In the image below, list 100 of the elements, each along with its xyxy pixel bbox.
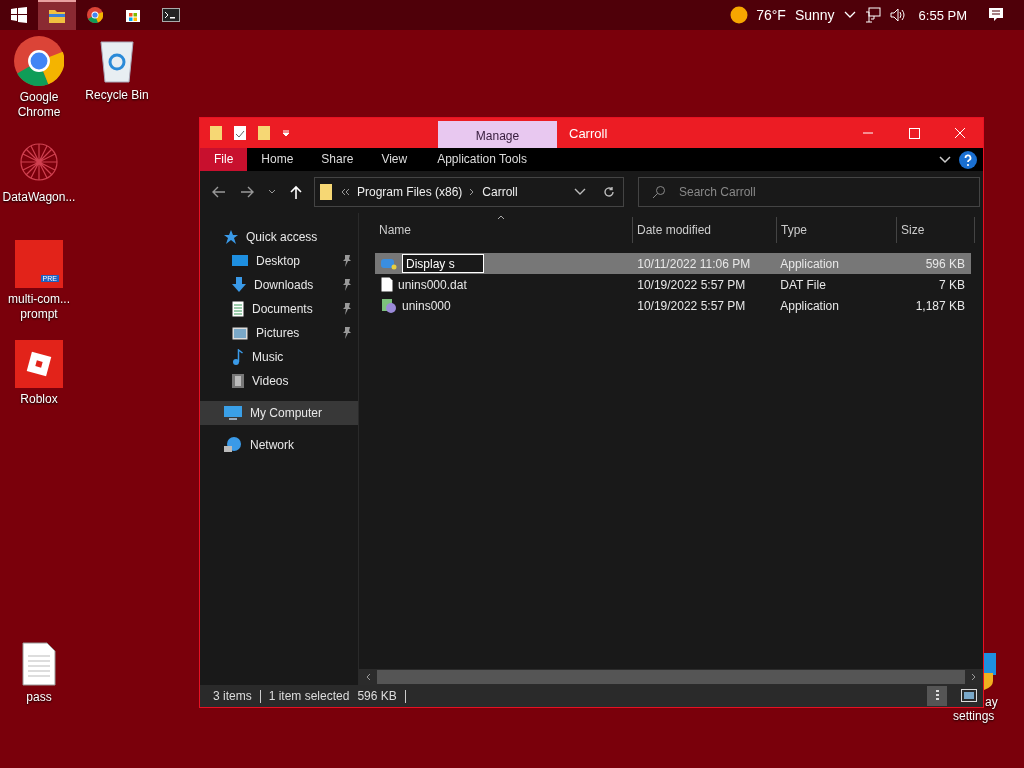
size-cell-text: 7 KB (938, 277, 966, 292)
display-icon[interactable] (984, 653, 996, 691)
selection-text: 1 item selected (268, 689, 350, 703)
breadcrumb-separator-icon[interactable] (469, 188, 476, 196)
roblox-icon[interactable] (15, 340, 63, 388)
terminal-icon[interactable] (162, 8, 180, 22)
explorer-taskbar-button[interactable] (38, 0, 76, 30)
scrollbar-thumb[interactable] (377, 670, 965, 684)
size-cell-text: 1,187 KB (914, 298, 966, 313)
film-icon (232, 374, 244, 388)
ribbon-tab[interactable]: View (367, 148, 422, 171)
nav-item[interactable]: Quick access (200, 225, 358, 249)
back-icon[interactable] (212, 186, 226, 198)
scroll-right-icon[interactable] (971, 673, 977, 681)
type-cell-text: Application (779, 298, 840, 313)
customize-dropdown-icon[interactable] (281, 128, 291, 138)
column-header[interactable]: Name (375, 217, 633, 243)
desktop-icon-label[interactable]: settings (953, 709, 995, 723)
desktop-icon-label[interactable]: multi-com... prompt (1, 292, 77, 322)
document-icon (232, 301, 244, 317)
file-row[interactable]: Display s 10/11/2022 11:06 PM Application 596 KB (375, 253, 971, 274)
desktop-icon-label[interactable]: Google Chrome (1, 90, 77, 120)
forward-icon[interactable] (240, 186, 254, 198)
network-globe-icon (224, 437, 242, 453)
type-cell-text: Application (779, 256, 840, 271)
breadcrumb-item[interactable]: Carroll (482, 185, 518, 199)
type-cell-text: DAT File (779, 277, 827, 292)
nav-item[interactable]: Desktop (200, 249, 358, 273)
column-header[interactable]: Date modified (633, 217, 777, 243)
folder-icon[interactable] (48, 8, 66, 24)
address-dropdown-icon[interactable] (574, 188, 586, 196)
desktop-icon-label[interactable]: ay (985, 695, 998, 709)
search-icon (652, 185, 666, 199)
chevron-icon[interactable] (843, 11, 856, 19)
computer-icon (224, 405, 242, 421)
weather-text: Sunny (794, 7, 835, 23)
overflow-chevron-icon[interactable] (340, 188, 350, 196)
desktop-icon (232, 254, 248, 268)
scroll-left-icon[interactable] (365, 673, 371, 681)
app-icon (381, 256, 397, 271)
column-header[interactable]: Size (897, 217, 975, 243)
properties-icon[interactable] (233, 125, 247, 141)
breadcrumb-item[interactable]: Program Files (x86) (357, 185, 463, 199)
desktop-icon-label[interactable]: DataWagon... (1, 190, 77, 205)
nav-item[interactable]: Videos (200, 369, 358, 393)
address-bar[interactable]: Program Files (x86) Carroll (314, 177, 624, 207)
recent-locations-icon[interactable] (268, 189, 276, 195)
nav-item[interactable]: Music (200, 345, 358, 369)
start-icon[interactable] (11, 7, 27, 23)
file-name: unins000 (402, 298, 451, 313)
new-folder-icon[interactable] (257, 125, 271, 141)
ribbon-tab[interactable]: Share (307, 148, 368, 171)
nav-item[interactable]: My Computer (200, 401, 358, 425)
setup-icon (381, 297, 397, 314)
file-row[interactable]: unins000.dat 10/19/2022 5:57 PM DAT File 7 KB (375, 274, 971, 295)
volume-icon[interactable] (889, 8, 906, 22)
selection-size-text: 596 KB (357, 689, 397, 703)
date-cell-text: 10/19/2022 5:57 PM (636, 277, 747, 292)
temperature-text: 76°F (756, 7, 786, 23)
window-title: Carroll (569, 125, 609, 141)
up-icon[interactable] (290, 185, 302, 199)
file-name: unins000.dat (398, 277, 467, 292)
folder-icon (319, 183, 333, 201)
large-icons-view-icon[interactable] (961, 689, 977, 703)
network-icon[interactable] (864, 7, 881, 23)
ribbon-tab[interactable]: Home (247, 148, 308, 171)
text-file-icon[interactable] (22, 642, 56, 686)
store-bag-icon[interactable] (125, 7, 141, 23)
download-arrow-icon (232, 277, 246, 293)
rename-field[interactable]: Display s (402, 254, 484, 273)
notification-icon[interactable] (988, 7, 1004, 23)
details-view-icon[interactable] (927, 686, 947, 706)
clock-text[interactable]: 6:55 PM (918, 7, 967, 23)
desktop-icon-label[interactable]: pass (1, 690, 77, 705)
horizontal-scrollbar[interactable] (359, 669, 983, 685)
folder-icon[interactable] (209, 125, 223, 141)
help-icon[interactable] (959, 150, 977, 169)
ribbon-tab[interactable]: File (200, 148, 248, 171)
blank-file-icon (381, 277, 393, 292)
refresh-icon[interactable] (603, 186, 615, 198)
chrome-icon[interactable] (87, 7, 103, 23)
weather-sun-icon[interactable] (730, 6, 749, 24)
manage-context-tab[interactable]: Manage (438, 121, 557, 148)
desktop-icon-label[interactable]: Roblox (1, 392, 77, 407)
expand-ribbon-icon[interactable] (939, 155, 951, 164)
search-field[interactable]: Search Carroll (638, 177, 980, 207)
nav-item[interactable]: Pictures (200, 321, 358, 345)
nav-item[interactable]: Documents (200, 297, 358, 321)
desktop-icon-label[interactable]: Recycle Bin (79, 88, 155, 103)
file-row[interactable]: unins000 10/19/2022 5:57 PM Application 1,187 KB (375, 295, 971, 316)
music-note-icon (232, 349, 244, 365)
chrome-icon[interactable] (14, 36, 64, 86)
item-count-text: 3 items (213, 689, 252, 703)
date-cell-text: 10/19/2022 5:57 PM (636, 298, 747, 313)
picture-icon (232, 326, 248, 340)
column-header[interactable]: Type (777, 217, 897, 243)
nav-item[interactable]: Downloads (200, 273, 358, 297)
size-cell-text: 596 KB (924, 256, 966, 271)
ribbon-tab[interactable]: Application Tools (423, 148, 542, 171)
nav-item[interactable]: Network (200, 433, 358, 457)
